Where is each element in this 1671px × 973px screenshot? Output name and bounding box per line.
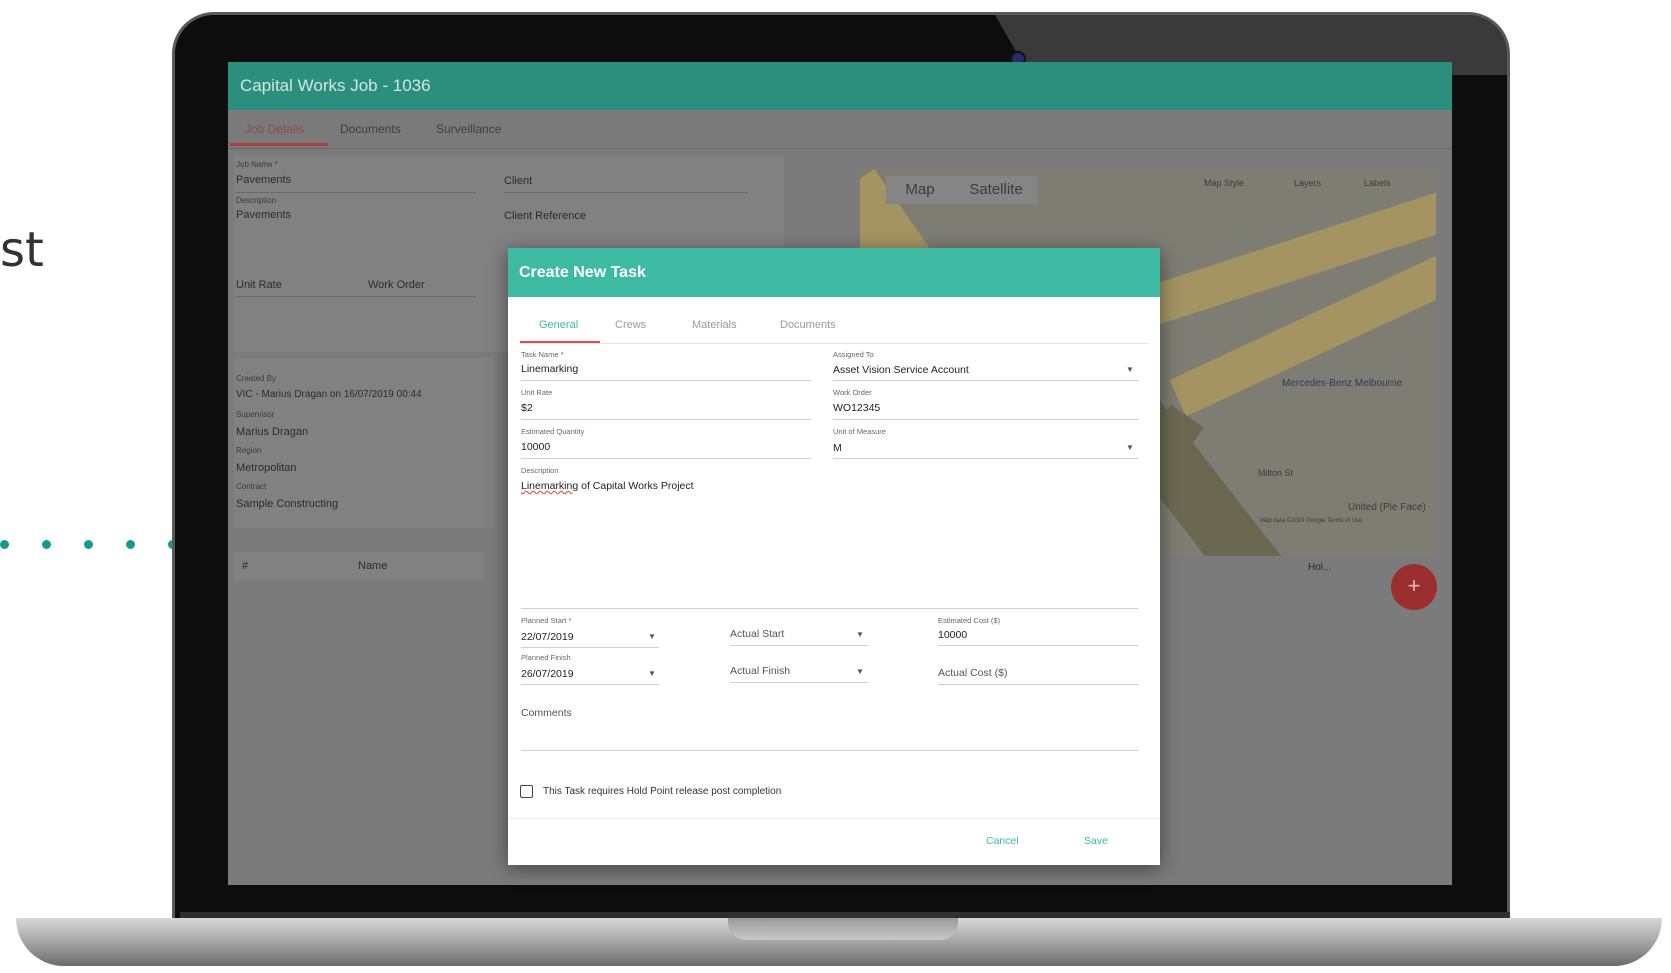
tab-surveillance[interactable]: Surveillance	[436, 122, 501, 136]
work-order-input[interactable]: WO12345	[833, 402, 880, 414]
contract-label: Contract	[236, 482, 267, 491]
partial-heading-text: st	[0, 222, 44, 278]
tab-job-details[interactable]: Job Details	[245, 122, 304, 136]
description-text: of Capital Works Project	[578, 480, 694, 492]
create-task-dialog: Create New Task General Crews Materials …	[508, 248, 1160, 865]
chevron-down-icon[interactable]: ▼	[648, 632, 656, 641]
comments-textarea[interactable]: Comments	[521, 707, 572, 719]
map-type-button[interactable]: Map	[886, 176, 954, 204]
unit-rate-label: Unit Rate	[521, 388, 553, 397]
chevron-down-icon[interactable]: ▼	[648, 669, 656, 678]
dialog-tab-documents[interactable]: Documents	[780, 319, 836, 331]
supervisor-label: Supervisor	[236, 410, 275, 419]
actual-start-input[interactable]: Actual Start	[730, 628, 784, 640]
planned-finish-label: Planned Finish	[521, 653, 571, 662]
unit-rate-input[interactable]: $2	[521, 402, 533, 414]
table-header-hol: Hol...	[1308, 562, 1332, 573]
chevron-down-icon[interactable]: ▼	[1126, 365, 1134, 374]
table-header-name: Name	[358, 560, 388, 572]
actual-cost-input[interactable]: Actual Cost ($)	[938, 667, 1007, 679]
estimated-cost-label: Estimated Cost ($)	[938, 616, 1001, 625]
hold-point-checkbox[interactable]	[520, 785, 533, 798]
table-header-hash: #	[242, 560, 249, 572]
map-attribution: Map data ©2019 Google Terms of Use	[1260, 518, 1363, 524]
active-tab-indicator	[230, 143, 328, 146]
map-style-button[interactable]: Map Style	[1204, 178, 1244, 188]
client-reference-field[interactable]: Client Reference	[504, 210, 586, 222]
save-button[interactable]: Save	[1084, 835, 1108, 847]
app-tab-bar: Job Details Documents Surveillance	[228, 110, 1452, 149]
planned-start-input[interactable]: 22/07/2019	[521, 631, 574, 643]
dialog-tab-materials[interactable]: Materials	[692, 319, 737, 331]
tab-documents[interactable]: Documents	[340, 122, 401, 136]
hold-point-label: This Task requires Hold Point release po…	[543, 786, 782, 797]
region-select[interactable]: Metropolitan	[236, 462, 297, 474]
app-header: Capital Works Job - 1036	[228, 62, 1452, 110]
task-name-label: Task Name *	[521, 350, 564, 359]
unit-of-measure-label: Unit of Measure	[833, 427, 886, 436]
dialog-title: Create New Task	[519, 264, 646, 281]
map-footer-label: United (Pie Face)	[1348, 502, 1426, 513]
add-task-fab[interactable]: +	[1391, 564, 1437, 610]
map-place-label: Mercedes-Benz Melbourne	[1282, 378, 1403, 389]
estimated-cost-input[interactable]: 10000	[938, 629, 967, 641]
assigned-to-label: Assigned To	[833, 350, 874, 359]
dialog-header: Create New Task	[508, 248, 1160, 297]
layers-button[interactable]: Layers	[1294, 178, 1321, 188]
work-order-label: Work Order	[833, 388, 872, 397]
labels-button[interactable]: Labels	[1364, 178, 1391, 188]
supervisor-select[interactable]: Marius Dragan	[236, 426, 308, 438]
cancel-button[interactable]: Cancel	[986, 835, 1019, 847]
chevron-down-icon[interactable]: ▼	[1126, 443, 1134, 452]
page-title: Capital Works Job - 1036	[240, 76, 431, 95]
created-by-label: Created By	[236, 374, 277, 383]
satellite-type-button[interactable]: Satellite	[954, 176, 1038, 204]
estimated-quantity-input[interactable]: 10000	[521, 441, 550, 453]
dialog-tab-crews[interactable]: Crews	[615, 319, 646, 331]
map-street-label: Milton St	[1258, 468, 1294, 478]
estimated-quantity-label: Estimated Quantity	[521, 427, 585, 436]
planned-finish-input[interactable]: 26/07/2019	[521, 668, 574, 680]
laptop-notch	[728, 918, 958, 940]
dialog-tab-general[interactable]: General	[539, 319, 578, 331]
description-label: Description	[521, 466, 559, 475]
description-label: Description	[236, 196, 277, 205]
task-name-input[interactable]: Linemarking	[521, 363, 578, 375]
misspelled-word: Linemarking	[521, 480, 579, 492]
description-textarea[interactable]: Linemarking of Capital Works Project	[521, 480, 694, 492]
description-field[interactable]: Pavements	[236, 209, 291, 221]
assigned-to-select[interactable]: Asset Vision Service Account	[833, 364, 969, 376]
chevron-down-icon[interactable]: ▼	[856, 667, 864, 676]
chevron-down-icon[interactable]: ▼	[856, 630, 864, 639]
unit-rate-field[interactable]: Unit Rate	[236, 279, 282, 291]
contract-select[interactable]: Sample Constructing	[236, 498, 338, 510]
client-field[interactable]: Client	[504, 175, 532, 187]
planned-start-label: Planned Start *	[521, 616, 572, 625]
created-by-value: VIC - Marius Dragan on 16/07/2019 00:44	[236, 389, 422, 400]
unit-of-measure-select[interactable]: M	[833, 442, 842, 454]
job-name-field[interactable]: Pavements	[236, 174, 291, 186]
work-order-field[interactable]: Work Order	[368, 279, 425, 291]
region-label: Region	[236, 446, 262, 455]
actual-finish-input[interactable]: Actual Finish	[730, 665, 790, 677]
job-name-label: Job Name *	[236, 160, 278, 169]
